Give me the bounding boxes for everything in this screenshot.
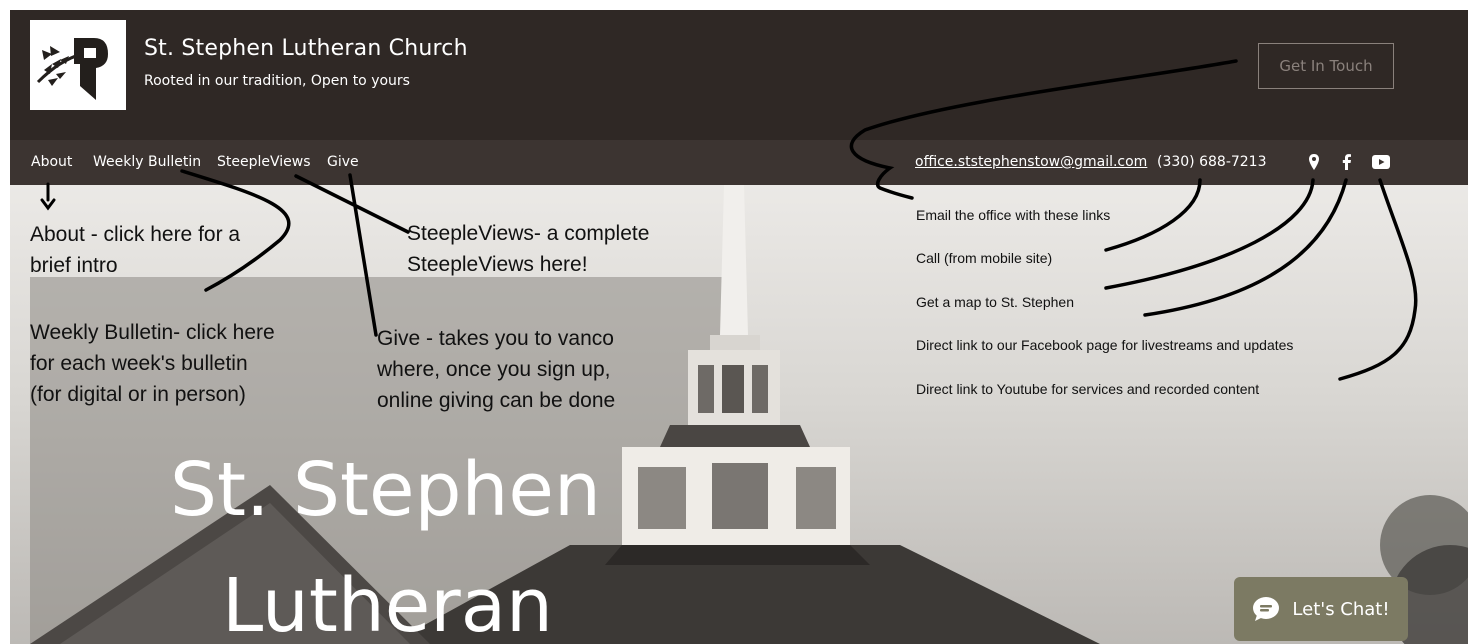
lets-chat-label: Let's Chat!	[1292, 598, 1390, 620]
page-frame: St. Stephen Lutheran Church Rooted in ou…	[10, 10, 1468, 644]
lets-chat-button[interactable]: Let's Chat!	[1234, 577, 1408, 641]
annotation-arrows	[40, 59, 1418, 381]
chat-bubble-icon	[1253, 597, 1280, 621]
